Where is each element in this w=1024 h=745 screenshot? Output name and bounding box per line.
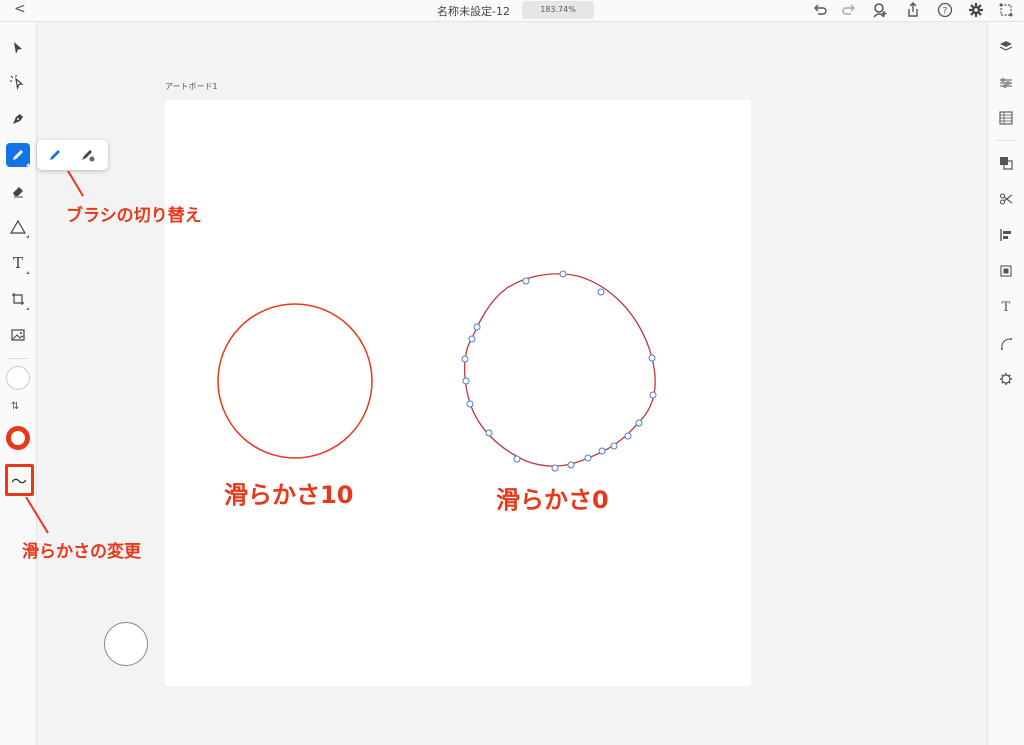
anchor-point[interactable] (466, 400, 474, 408)
anchor-point[interactable] (462, 377, 470, 385)
anchor-point[interactable] (649, 391, 657, 399)
touch-shortcut-button[interactable] (104, 622, 148, 666)
smoothing-icon[interactable]: 〜 (9, 469, 29, 491)
brush-switch-popup (37, 140, 108, 170)
anchor-point[interactable] (597, 288, 605, 296)
anchor-point[interactable] (648, 354, 656, 362)
anchor-point[interactable] (473, 323, 481, 331)
canvas-drawing (25, 170, 657, 534)
anchor-point[interactable] (635, 419, 643, 427)
vector-brush-icon[interactable] (79, 146, 97, 164)
anchor-point[interactable] (468, 335, 476, 343)
anchor-point[interactable] (559, 270, 567, 278)
anchor-point[interactable] (624, 432, 632, 440)
annotation-brush-switch: ブラシの切り替え (66, 206, 202, 226)
annotation-line-brush (67, 170, 84, 197)
annotation-line-smooth (25, 496, 49, 534)
annotation-smooth-change: 滑らかさの変更 (22, 542, 141, 562)
anchor-point[interactable] (522, 277, 530, 285)
smooth-circle-10[interactable] (217, 303, 373, 459)
anchor-point[interactable] (567, 461, 575, 469)
pencil-brush-icon[interactable] (46, 146, 64, 164)
anchor-point[interactable] (461, 355, 469, 363)
anchor-point[interactable] (551, 464, 559, 472)
anchor-point[interactable] (584, 454, 592, 462)
anchor-points (461, 270, 657, 472)
anchor-point[interactable] (513, 455, 521, 463)
label-smooth-0: 滑らかさ0 (496, 486, 609, 514)
label-smooth-10: 滑らかさ10 (224, 481, 354, 509)
anchor-point[interactable] (485, 429, 493, 437)
anchor-point[interactable] (598, 447, 606, 455)
anchor-point[interactable] (610, 442, 618, 450)
